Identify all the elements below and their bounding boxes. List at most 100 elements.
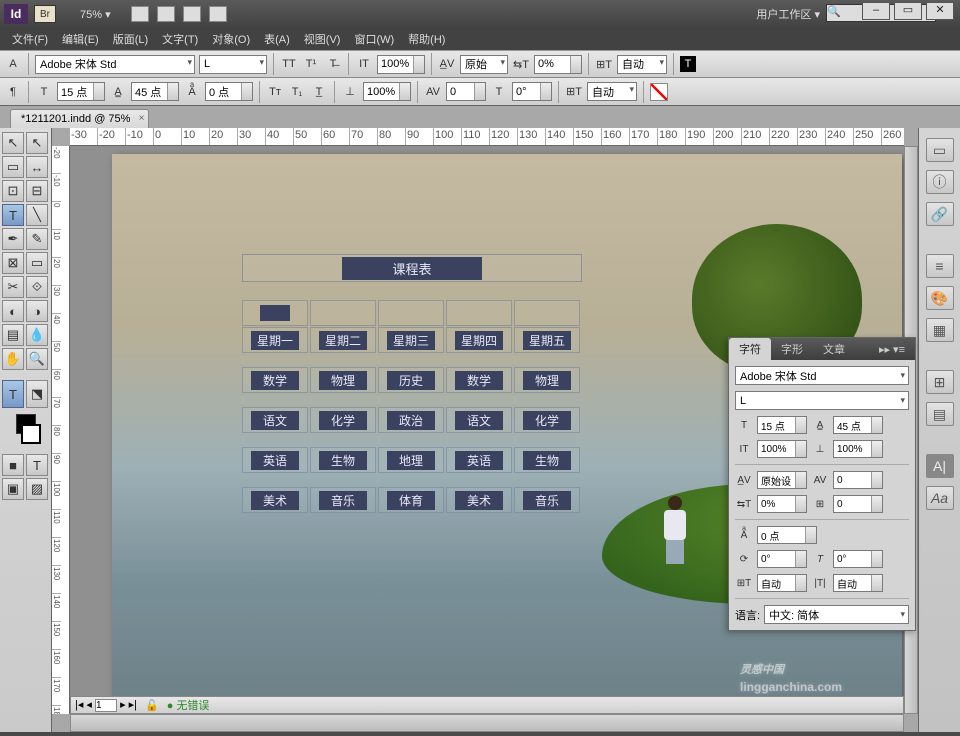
menu-edit[interactable]: 编辑(E) xyxy=(56,31,105,47)
subject-cell[interactable]: 美术 xyxy=(242,487,308,513)
zoom-tool[interactable]: 🔍 xyxy=(26,348,48,370)
character-panel-icon[interactable]: A| xyxy=(926,454,954,478)
preflight-status[interactable]: ● 无错误 xyxy=(167,697,210,713)
preview-mode[interactable]: ▨ xyxy=(26,478,48,500)
close-button[interactable]: ✕ xyxy=(926,2,954,20)
horizontal-scrollbar[interactable] xyxy=(70,714,904,732)
selection-tool[interactable]: ↖ xyxy=(2,132,24,154)
menu-layout[interactable]: 版面(L) xyxy=(107,31,154,47)
bridge-badge[interactable]: Br xyxy=(34,5,56,23)
table-row[interactable]: 数学物理历史数学物理 xyxy=(242,367,582,393)
cp-language[interactable]: 中文: 简体 xyxy=(764,605,909,624)
gradient-swatch-tool[interactable]: ◐ xyxy=(2,300,24,322)
cp-size[interactable]: 15 点 xyxy=(757,416,807,434)
subscript-icon[interactable]: T₁ xyxy=(288,83,306,101)
gap-tool[interactable]: ↔ xyxy=(26,156,48,178)
day-cell[interactable]: 星期五 xyxy=(514,327,580,353)
tab-story[interactable]: 文章 xyxy=(813,338,855,360)
view-icon-3[interactable] xyxy=(183,6,201,22)
view-icon-2[interactable] xyxy=(157,6,175,22)
underline-icon[interactable]: T̲ xyxy=(310,83,328,101)
strikethrough-icon[interactable]: T̶ xyxy=(324,55,342,73)
tt-icon[interactable]: TT xyxy=(280,55,298,73)
page-nav[interactable]: |◂ ◂ ▸ ▸| xyxy=(75,698,137,712)
subject-cell[interactable]: 语文 xyxy=(242,407,308,433)
cp-baseline[interactable]: 0 点 xyxy=(757,526,817,544)
page-input[interactable] xyxy=(95,699,117,712)
subject-cell[interactable]: 地理 xyxy=(378,447,444,473)
hscale2-input[interactable]: 100% xyxy=(363,82,411,101)
panel-menu-icon[interactable]: ▸▸ ▾≡ xyxy=(869,340,915,359)
subject-cell[interactable]: 生物 xyxy=(310,447,376,473)
pen-tool[interactable]: ✒ xyxy=(2,228,24,250)
pencil-tool[interactable]: ✎ xyxy=(26,228,48,250)
hscale-input[interactable]: 0% xyxy=(534,55,582,74)
cp-leading[interactable]: 45 点 xyxy=(833,416,883,434)
menu-file[interactable]: 文件(F) xyxy=(6,31,54,47)
day-cell[interactable]: 星期四 xyxy=(446,327,512,353)
subject-cell[interactable]: 数学 xyxy=(242,367,308,393)
view-icon-4[interactable] xyxy=(209,6,227,22)
cp-font-family[interactable]: Adobe 宋体 Std xyxy=(735,366,909,385)
document-tab[interactable]: *1211201.indd @ 75%× xyxy=(10,109,149,128)
subject-cell[interactable]: 物理 xyxy=(514,367,580,393)
tracking-input[interactable]: 0 xyxy=(446,82,486,101)
tab-character[interactable]: 字符 xyxy=(729,338,771,360)
view-icon-1[interactable] xyxy=(131,6,149,22)
type-tool[interactable]: T xyxy=(2,204,24,226)
vscale-input[interactable]: 100% xyxy=(377,55,425,74)
font-style-select[interactable]: L xyxy=(199,55,267,74)
smallcaps-icon[interactable]: Tт xyxy=(266,83,284,101)
subject-cell[interactable]: 英语 xyxy=(242,447,308,473)
content-collector-tool[interactable]: ⊡ xyxy=(2,180,24,202)
normal-view-mode[interactable]: ▣ xyxy=(2,478,24,500)
leading-input[interactable]: 45 点 xyxy=(131,82,179,101)
subject-cell[interactable]: 音乐 xyxy=(310,487,376,513)
default-fill-stroke[interactable]: ⬔ xyxy=(26,380,48,408)
page-tool[interactable]: ▭ xyxy=(2,156,24,178)
cp-baseshift[interactable]: 0% xyxy=(757,495,807,513)
info-panel-icon[interactable]: ⓘ xyxy=(926,170,954,194)
subject-cell[interactable]: 语文 xyxy=(446,407,512,433)
cp-skew[interactable]: 0° xyxy=(833,550,883,568)
rectangle-frame-tool[interactable]: ⊠ xyxy=(2,252,24,274)
subject-cell[interactable]: 数学 xyxy=(446,367,512,393)
workspace-switcher[interactable]: 用户工作区 ▾ xyxy=(756,6,820,22)
tab-glyphs[interactable]: 字形 xyxy=(771,338,813,360)
cp-hscale[interactable]: 100% xyxy=(833,440,883,458)
subject-cell[interactable]: 体育 xyxy=(378,487,444,513)
rectangle-tool[interactable]: ▭ xyxy=(26,252,48,274)
stroke-panel-icon[interactable]: ≡ xyxy=(926,254,954,278)
skew-input[interactable]: 0° xyxy=(512,82,552,101)
font-family-select[interactable]: Adobe 宋体 Std xyxy=(35,55,195,74)
menu-type[interactable]: 文字(T) xyxy=(156,31,204,47)
subject-cell[interactable]: 历史 xyxy=(378,367,444,393)
timetable-empty-row[interactable] xyxy=(242,300,582,326)
scissors-tool[interactable]: ✂ xyxy=(2,276,24,298)
grid-auto2-select[interactable]: 自动 xyxy=(587,82,637,101)
fill-color-icon[interactable]: T xyxy=(680,56,696,72)
day-cell[interactable]: 星期二 xyxy=(310,327,376,353)
close-tab-icon[interactable]: × xyxy=(139,113,145,124)
color-panel-icon[interactable]: 🎨 xyxy=(926,286,954,310)
horizontal-ruler[interactable]: -30-20-100102030405060708090100110120130… xyxy=(70,128,904,146)
cp-auto2[interactable]: 自动 xyxy=(833,574,883,592)
cp-rotate[interactable]: 0° xyxy=(757,550,807,568)
formatting-text-icon[interactable]: T xyxy=(26,454,48,476)
table-row[interactable]: 美术音乐体育美术音乐 xyxy=(242,487,582,513)
pages-panel-icon[interactable]: ▭ xyxy=(926,138,954,162)
direct-selection-tool[interactable]: ↖ xyxy=(26,132,48,154)
content-placer-tool[interactable]: ⊟ xyxy=(26,180,48,202)
menu-table[interactable]: 表(A) xyxy=(258,31,296,47)
baseshift-input[interactable]: 0 点 xyxy=(205,82,253,101)
menu-view[interactable]: 视图(V) xyxy=(298,31,347,47)
panel-icon-8[interactable]: ▤ xyxy=(926,402,954,426)
swatches-panel-icon[interactable]: ▦ xyxy=(926,318,954,342)
menu-window[interactable]: 窗口(W) xyxy=(348,31,400,47)
links-panel-icon[interactable]: 🔗 xyxy=(926,202,954,226)
subject-cell[interactable]: 物理 xyxy=(310,367,376,393)
zoom-select[interactable]: 75% ▾ xyxy=(80,8,111,21)
free-transform-tool[interactable]: ⟐ xyxy=(26,276,48,298)
day-cell[interactable]: 星期三 xyxy=(378,327,444,353)
panel-icon-7[interactable]: ⊞ xyxy=(926,370,954,394)
